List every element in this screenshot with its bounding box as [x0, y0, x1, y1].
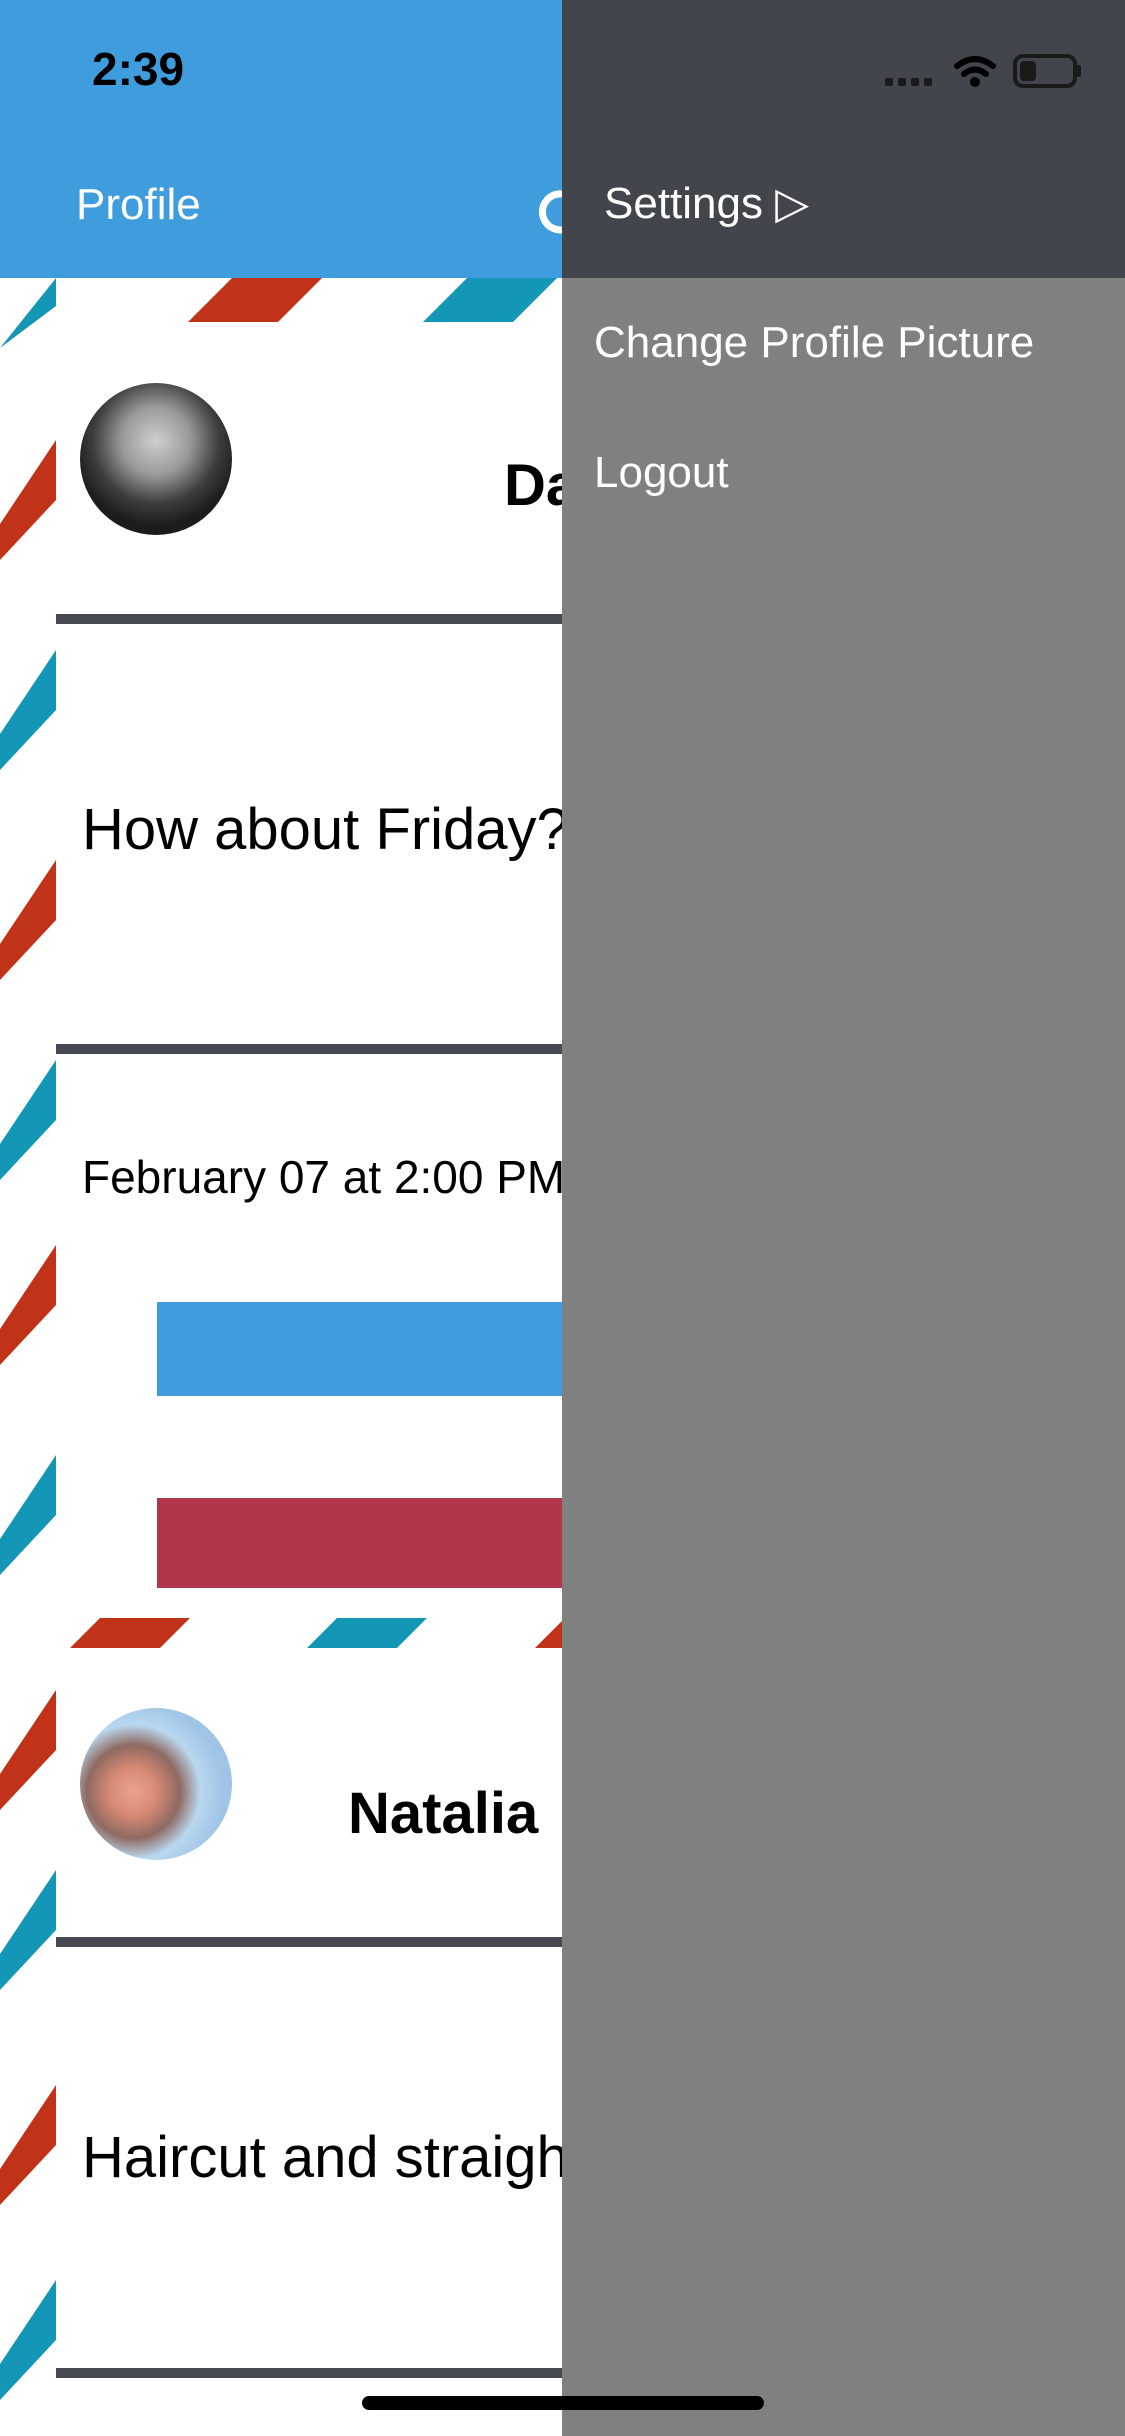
- stripe-red: [0, 860, 56, 980]
- stripe-red: [0, 2085, 56, 2205]
- home-indicator: [362, 2396, 764, 2410]
- drawer-header: Settings ▷: [562, 0, 1125, 278]
- logout-item[interactable]: Logout: [594, 448, 729, 498]
- stripe-red: [0, 1690, 56, 1810]
- signal-icon: [885, 78, 932, 86]
- stripe-teal: [423, 278, 557, 322]
- stripe-red: [188, 278, 322, 322]
- screen: 2:39 Profile Da How about Friday? Februa…: [0, 0, 1125, 2436]
- status-time: 2:39: [92, 43, 185, 95]
- message-text: Haircut and straigh: [82, 2125, 569, 2190]
- stripe-red: [0, 1245, 56, 1365]
- event-datetime: February 07 at 2:00 PM: [82, 1151, 566, 1203]
- stripe-red: [70, 1618, 190, 1648]
- stripe-red: [0, 440, 56, 560]
- avatar: [80, 1708, 232, 1860]
- settings-drawer: Settings ▷ Change Profile Picture Logout: [562, 0, 1125, 2436]
- change-profile-picture-item[interactable]: Change Profile Picture: [594, 318, 1034, 368]
- stripe-teal: [0, 1060, 56, 1180]
- wifi-icon: [954, 56, 996, 77]
- stripe-teal: [0, 650, 56, 770]
- stripe-teal: [0, 278, 56, 348]
- battery-icon: [1013, 54, 1081, 88]
- nav-title: Profile: [76, 180, 201, 229]
- stripe-teal: [0, 1455, 56, 1575]
- avatar: [80, 383, 232, 535]
- drawer-title[interactable]: Settings ▷: [604, 178, 809, 229]
- stripe-teal: [0, 1870, 56, 1990]
- sender-name: Natalia: [348, 1781, 539, 1846]
- stripe-teal: [0, 2280, 56, 2400]
- status-icons: [885, 54, 1081, 88]
- stripe-teal: [307, 1618, 427, 1648]
- wifi-dot-icon: [970, 77, 980, 87]
- message-text: How about Friday?: [82, 797, 569, 862]
